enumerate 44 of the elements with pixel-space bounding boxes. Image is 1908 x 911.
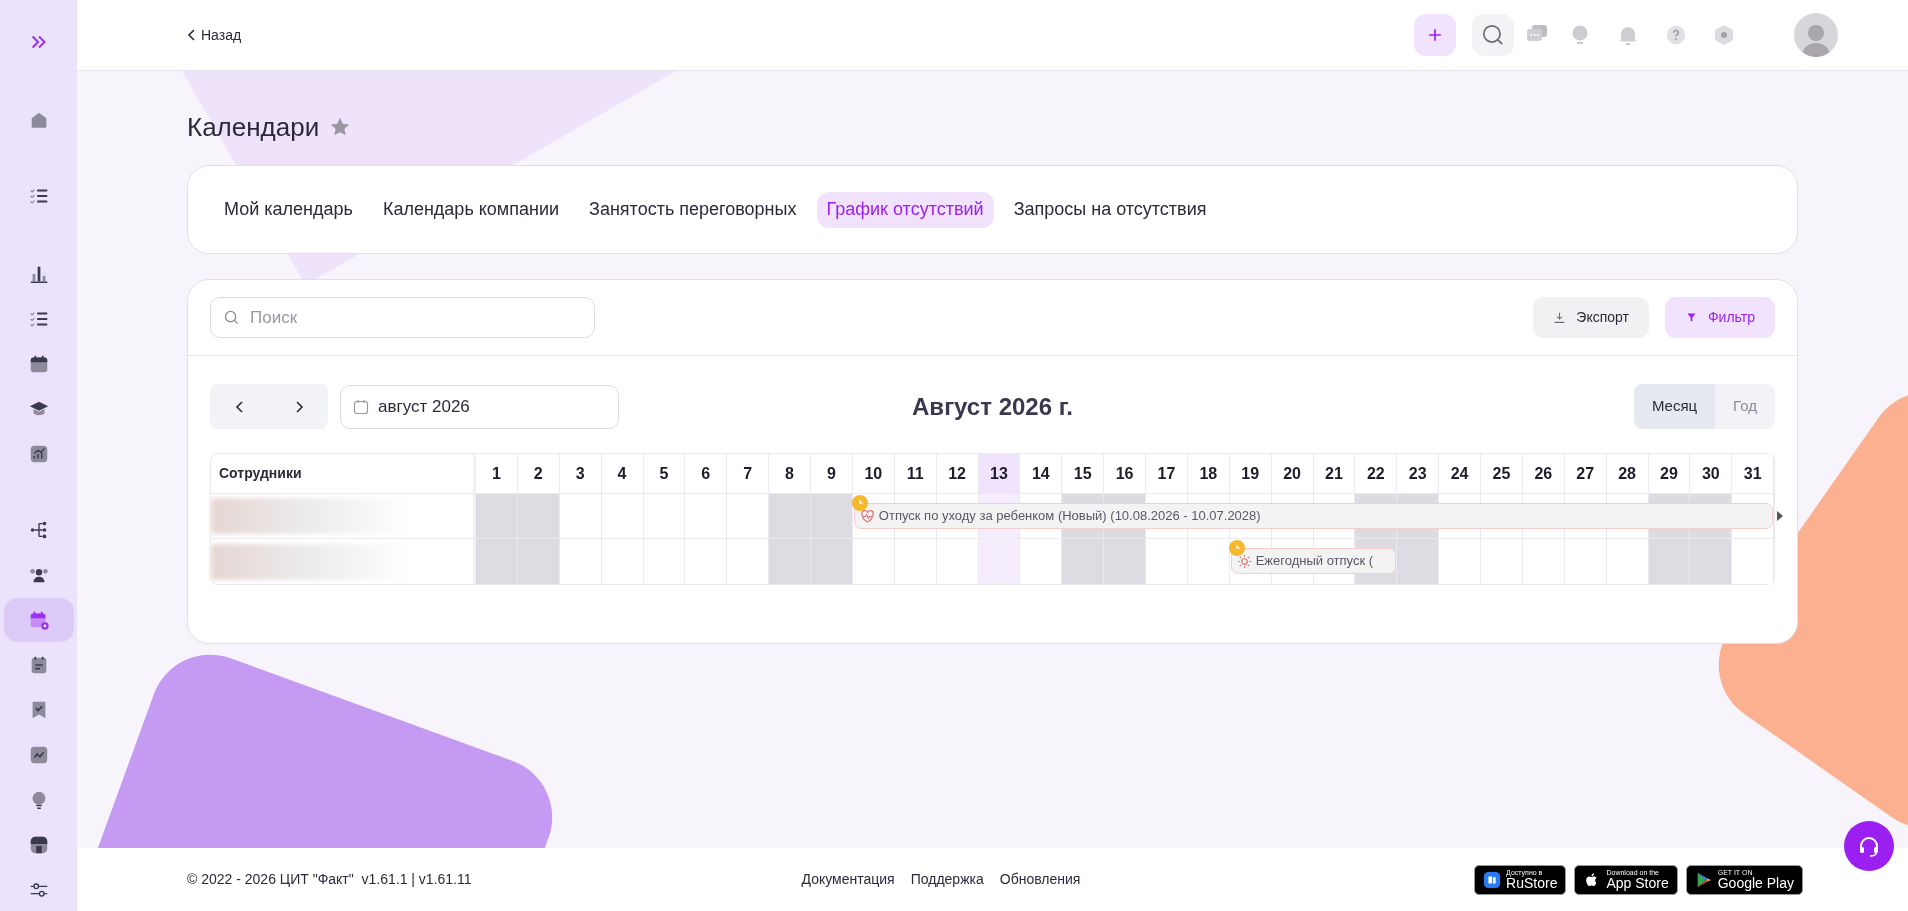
heart-pulse-icon <box>859 508 875 524</box>
absence-bar[interactable]: Отпуск по уходу за ребенком (Новый) (10.08.2026 - 10.07.2028) <box>853 503 1773 529</box>
headset-icon <box>1857 834 1881 858</box>
sidebar-item[interactable] <box>3 598 74 642</box>
chevron-left-icon <box>187 29 197 41</box>
search-icon <box>224 310 239 325</box>
search-icon <box>1480 22 1506 48</box>
hexagon-icon <box>1712 23 1736 47</box>
page-title: Календари <box>187 110 320 144</box>
avatar[interactable] <box>1794 13 1838 57</box>
tab[interactable]: Календарь компании <box>372 191 570 228</box>
search-field[interactable]: Поиск <box>210 297 595 338</box>
absence-label: Ежегодный отпуск ( <box>1255 552 1374 571</box>
badge-title: App Store <box>1606 876 1669 890</box>
search-button[interactable] <box>1472 14 1514 56</box>
filter-icon <box>1684 311 1698 324</box>
tab[interactable]: Занятость переговорных <box>579 191 807 228</box>
date-field[interactable]: август 2026 <box>340 384 619 429</box>
footer-link[interactable]: Обновления <box>999 869 1081 890</box>
copyright-text: © 2022 - 2026 ЦИТ "Факт" v1.61.1 | v1.61.11 <box>187 870 472 889</box>
tab[interactable]: Мой календарь <box>214 191 363 228</box>
footer-link[interactable]: Документация <box>801 869 895 890</box>
tab[interactable]: Запросы на отсутствия <box>1003 191 1217 228</box>
day-header: 13 <box>978 454 1021 493</box>
download-icon <box>1553 311 1567 324</box>
filter-button[interactable]: Фильтр <box>1664 297 1775 338</box>
absence-bar[interactable]: Ежегодный отпуск ( <box>1230 548 1397 574</box>
support-button[interactable] <box>1844 821 1894 871</box>
help-icon <box>1665 24 1687 46</box>
add-button[interactable] <box>1414 14 1456 56</box>
back-link[interactable]: Назад <box>187 24 242 46</box>
period-title: Август 2026 г. <box>912 391 1073 422</box>
footer-link[interactable]: Поддержка <box>910 869 984 890</box>
badge-title: RuStore <box>1506 876 1558 890</box>
view-tab[interactable]: Месяц <box>1633 384 1716 429</box>
calendar-icon <box>353 398 369 415</box>
absence-label: Отпуск по уходу за ребенком (Новый) (10.08.2026 - 10.07.2028) <box>878 507 1261 526</box>
rustore-logo-icon <box>1483 870 1502 889</box>
badge-title: Google Play <box>1717 876 1794 890</box>
sun-icon <box>1236 553 1252 569</box>
export-button[interactable]: Экспорт <box>1533 297 1649 338</box>
date-value: август 2026 <box>378 395 470 418</box>
tab[interactable]: График отсутствий <box>816 191 994 228</box>
star-icon[interactable] <box>329 116 352 138</box>
